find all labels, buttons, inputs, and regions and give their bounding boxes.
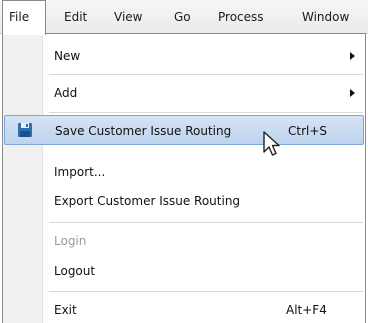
menu-item-label: Exit [54,303,77,317]
menu-item-new[interactable]: New [3,41,365,71]
menu-item-label: Save Customer Issue Routing [55,124,232,138]
menu-item-shortcut: Alt+F4 [286,303,327,317]
menu-item-logout[interactable]: Logout [3,256,365,286]
menu-item-label: Logout [54,264,96,278]
menu-separator [49,222,363,223]
menu-separator [49,74,363,75]
submenu-arrow-icon [350,52,355,60]
submenu-arrow-icon [350,89,355,97]
app-window: File Edit View Go Process Window New Add [0,0,368,323]
menu-view[interactable]: View [108,0,148,34]
menu-window[interactable]: Window [296,0,355,34]
menu-separator [49,112,363,113]
menu-item-shortcut: Ctrl+S [288,124,328,138]
menu-item-add[interactable]: Add [3,78,365,108]
file-menu-dropdown: New Add Save Customer Issue Routing Ctrl… [2,33,366,323]
menu-item-import[interactable]: Import... [3,157,365,187]
menu-item-label: Add [54,86,78,100]
menu-edit[interactable]: Edit [58,0,93,34]
menu-process[interactable]: Process [212,0,270,34]
menu-item-login: Login [3,226,365,256]
menu-item-label: Login [54,234,87,248]
menu-item-label: Export Customer Issue Routing [54,194,241,208]
menu-item-export[interactable]: Export Customer Issue Routing [3,186,365,216]
menu-item-label: Import... [54,165,106,179]
menu-item-exit[interactable]: Exit Alt+F4 [3,295,365,323]
menu-separator [49,291,363,292]
menu-go[interactable]: Go [168,0,197,34]
menu-item-save[interactable]: Save Customer Issue Routing Ctrl+S [4,115,364,145]
menu-item-label: New [54,49,81,63]
menu-file[interactable]: File [2,0,46,35]
mouse-pointer-icon [263,131,280,156]
menu-bar: File Edit View Go Process Window [0,0,368,35]
save-icon [18,123,32,137]
